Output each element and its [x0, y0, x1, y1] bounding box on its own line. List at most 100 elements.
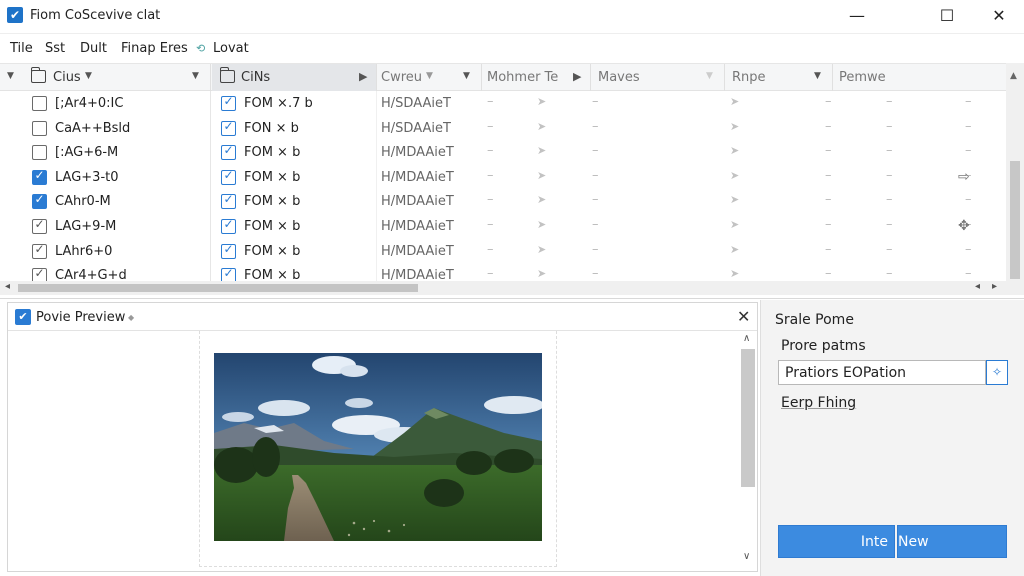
- filter-caret-icon[interactable]: ▼: [192, 71, 199, 81]
- scroll-up-icon[interactable]: ∧: [743, 333, 750, 344]
- scroll-left-icon[interactable]: ◂: [5, 281, 10, 292]
- new-button[interactable]: New: [897, 525, 1007, 558]
- filter-caret-icon[interactable]: ▼: [706, 71, 713, 81]
- column-divider[interactable]: [210, 64, 211, 91]
- row-checkbox[interactable]: ✓: [32, 266, 47, 281]
- row-checkbox[interactable]: ✓: [221, 94, 236, 111]
- chevron-right-icon: ➤: [537, 168, 547, 182]
- empty-cell: –: [886, 94, 893, 109]
- empty-cell: –: [965, 266, 972, 281]
- table-row[interactable]: ✓ CAr4+G+d ✓ FOM × b H/MDAAieT – ➤ – ➤ – – –: [0, 263, 1006, 281]
- menu-item-dult[interactable]: Dult: [80, 41, 107, 56]
- table-row[interactable]: ✓ LAG+9-M ✓ FOM × b H/MDAAieT – ➤ – ➤ – – – ✥: [0, 214, 1006, 239]
- table-row[interactable]: [:AG+6-M ✓ FOM × b H/MDAAieT – ➤ – ➤ – – –: [0, 140, 1006, 165]
- refresh-icon[interactable]: ⟲: [196, 42, 205, 55]
- expand-arrow-icon[interactable]: ▶: [573, 70, 581, 83]
- cell-cwreu: H/SDAAieT: [381, 120, 451, 136]
- scrollbar-thumb[interactable]: [18, 284, 418, 292]
- row-checkbox[interactable]: ✓: [221, 242, 236, 259]
- preview-icon: ✔: [15, 309, 31, 325]
- cell-cins: FOM × b: [244, 169, 301, 185]
- preview-title: Povie Preview: [36, 310, 126, 325]
- cell-cwreu: H/MDAAieT: [381, 145, 454, 161]
- grid-vertical-scrollbar[interactable]: ▲: [1006, 63, 1024, 295]
- table-row[interactable]: ✓ LAhr6+0 ✓ FOM × b H/MDAAieT – ➤ – ➤ – – –: [0, 239, 1006, 264]
- row-checkbox[interactable]: ✓: [221, 143, 236, 161]
- row-checkbox[interactable]: ✓: [221, 192, 236, 210]
- window-title: Fiom CoScevive clat: [30, 8, 161, 23]
- scrollbar-thumb[interactable]: [1010, 161, 1020, 279]
- empty-cell: –: [886, 192, 893, 208]
- menu-item-tile[interactable]: Tile: [10, 41, 33, 56]
- menu-item-lovat[interactable]: Lovat: [213, 41, 249, 56]
- column-header-cins[interactable]: CiNs: [241, 70, 270, 85]
- preview-close-button[interactable]: ✕: [737, 307, 750, 326]
- column-header-cius[interactable]: Cius: [53, 70, 81, 85]
- cell-cius: LAG+3-t0: [55, 169, 119, 185]
- column-header-cwreu[interactable]: Cwreu: [381, 70, 422, 85]
- row-checkbox[interactable]: ✓: [221, 217, 236, 234]
- row-checkbox[interactable]: ✓: [32, 217, 47, 234]
- filter-caret-icon[interactable]: ▼: [814, 71, 821, 81]
- menu-item-sst[interactable]: Sst: [45, 41, 65, 56]
- chevron-right-icon: ➤: [730, 119, 740, 133]
- cell-cins: FOM × b: [244, 219, 301, 234]
- column-divider[interactable]: [590, 64, 591, 91]
- column-divider[interactable]: [376, 64, 377, 91]
- row-checkbox[interactable]: ✓: [221, 266, 236, 281]
- inte-button[interactable]: Inte: [778, 525, 895, 558]
- table-row[interactable]: [;Ar4+0:IC ✓ FOM ×.7 b H/SDAAieT – ➤ – ➤ – – –: [0, 91, 1006, 116]
- row-checkbox[interactable]: [32, 145, 47, 161]
- empty-cell: –: [487, 167, 494, 183]
- preview-vertical-scrollbar[interactable]: ∧ ∨: [739, 331, 757, 571]
- sort-caret-icon[interactable]: ▼: [85, 71, 92, 81]
- row-checkbox[interactable]: ✓: [32, 242, 47, 259]
- row-checkbox[interactable]: [32, 120, 47, 136]
- scroll-left-icon[interactable]: ◂: [975, 281, 980, 292]
- row-action-icon[interactable]: ✥: [958, 218, 970, 234]
- menu-item-finap-eres[interactable]: Finap Eres: [121, 41, 188, 56]
- column-header-maves[interactable]: Maves: [598, 70, 640, 85]
- chevron-right-icon: ➤: [730, 168, 740, 182]
- sort-caret-icon[interactable]: ▼: [426, 71, 433, 81]
- dropdown-toggle-icon[interactable]: ✧: [986, 360, 1008, 385]
- row-checkbox[interactable]: [32, 96, 47, 111]
- filter-caret-icon[interactable]: ▼: [463, 71, 470, 81]
- scrollbar-thumb[interactable]: [741, 349, 755, 487]
- minimize-button[interactable]: —: [834, 0, 880, 32]
- row-checkbox[interactable]: ✓: [221, 168, 236, 185]
- pane-splitter[interactable]: [0, 298, 1024, 299]
- check-icon: ✓: [34, 217, 45, 231]
- row-checkbox[interactable]: ✓: [221, 119, 236, 136]
- table-row[interactable]: CaA++Bsld ✓ FON × b H/SDAAieT – ➤ – ➤ – – –: [0, 116, 1006, 141]
- maximize-button[interactable]: ☐: [924, 0, 970, 32]
- column-divider[interactable]: [481, 64, 482, 91]
- empty-cell: –: [487, 143, 494, 159]
- empty-cell: –: [825, 167, 832, 183]
- expand-arrow-icon[interactable]: ▶: [359, 70, 367, 83]
- collapse-caret-icon[interactable]: ▼: [7, 71, 14, 81]
- help-link[interactable]: Eerp Fhing: [781, 395, 856, 411]
- column-divider[interactable]: [724, 64, 725, 91]
- scroll-down-icon[interactable]: ∨: [743, 551, 750, 562]
- table-row[interactable]: ✓ CAhr0-M ✓ FOM × b H/MDAAieT – ➤ – ➤ – – –: [0, 189, 1006, 214]
- scroll-up-icon[interactable]: ▲: [1010, 71, 1017, 81]
- column-header-mohmer-te[interactable]: Mohmer Te: [487, 70, 558, 85]
- table-row[interactable]: ✓ LAG+3-t0 ✓ FOM × b H/MDAAieT – ➤ – ➤ – – – ⇨: [0, 165, 1006, 190]
- empty-cell: –: [825, 143, 832, 159]
- column-header-rnpe[interactable]: Rnpe: [732, 70, 766, 85]
- row-checkbox[interactable]: ✓: [32, 168, 47, 185]
- options-dropdown[interactable]: Pratiors EOPation ✧: [778, 360, 1008, 385]
- preview-tab[interactable]: ✔ Povie Preview ◆ ✕: [8, 303, 757, 331]
- row-action-icon[interactable]: ⇨: [958, 169, 970, 185]
- row-checkbox[interactable]: ✓: [32, 192, 47, 210]
- chevron-right-icon: ➤: [537, 193, 547, 207]
- scroll-right-icon[interactable]: ▸: [992, 281, 997, 292]
- column-header-pemwe[interactable]: Pemwe: [839, 70, 886, 85]
- grid-horizontal-scrollbar[interactable]: ◂ ◂ ▸: [0, 281, 1006, 295]
- column-divider[interactable]: [832, 64, 833, 91]
- empty-cell: –: [965, 241, 972, 257]
- empty-cell: –: [886, 167, 893, 183]
- close-button[interactable]: ✕: [976, 0, 1022, 32]
- pin-icon[interactable]: ◆: [128, 313, 134, 322]
